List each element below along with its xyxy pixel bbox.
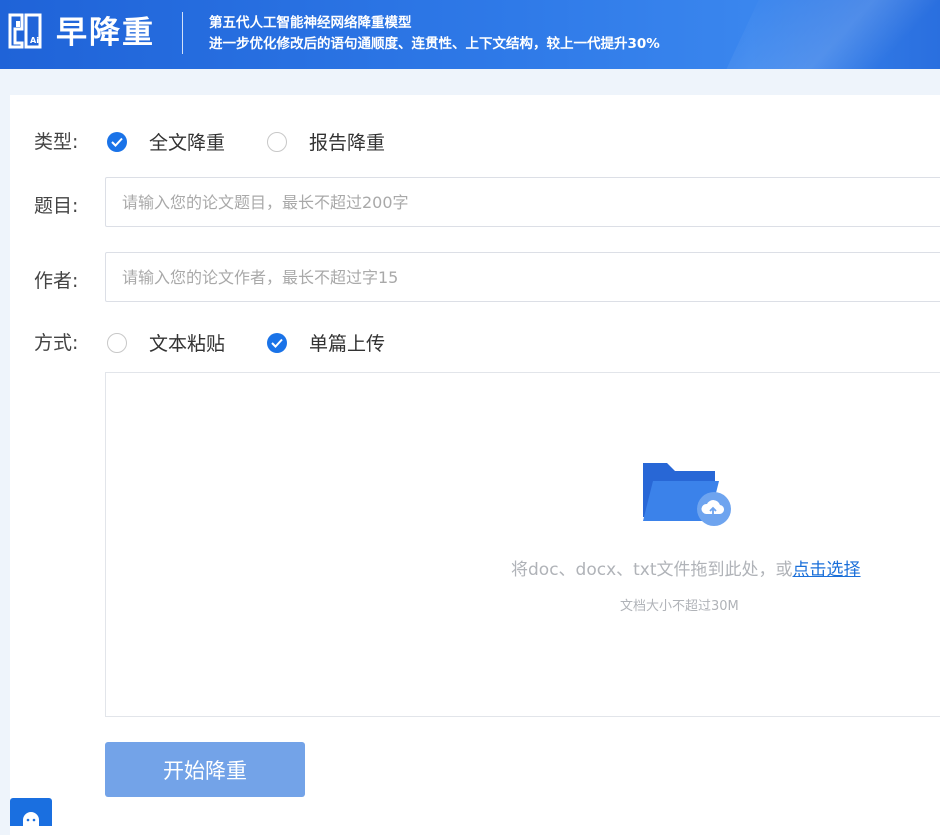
upload-dropzone[interactable]: 将doc、docx、txt文件拖到此处，或点击选择 文档大小不超过30M	[105, 372, 940, 717]
type-label: 类型:	[34, 131, 79, 153]
header-divider	[182, 12, 183, 54]
header-banner: Ai 早降重 第五代人工智能神经网络降重模型 进一步优化修改后的语句通顺度、连贯…	[0, 0, 940, 69]
upload-hint-text: 将doc、docx、txt文件拖到此处，或	[511, 560, 793, 580]
type-option-full[interactable]: 全文降重	[107, 128, 225, 155]
radio-unchecked-icon[interactable]	[267, 131, 287, 152]
form-card: 类型: 全文降重 报告降重 题目: 作者: 方式: 文本粘贴 单篇上传	[10, 95, 940, 835]
method-option-paste[interactable]: 文本粘贴	[107, 329, 225, 356]
upload-hint: 将doc、docx、txt文件拖到此处，或点击选择	[511, 555, 861, 580]
tagline-line-1: 第五代人工智能神经网络降重模型	[209, 15, 412, 31]
brand-name: 早降重	[56, 15, 155, 51]
type-option-report-label: 报告降重	[309, 132, 386, 154]
tagline-line-2: 进一步优化修改后的语句通顺度、连贯性、上下文结构，较上一代提升30%	[209, 36, 660, 52]
start-button[interactable]: 开始降重	[105, 742, 305, 797]
tagline: 第五代人工智能神经网络降重模型 进一步优化修改后的语句通顺度、连贯性、上下文结构…	[209, 13, 660, 55]
author-label: 作者:	[34, 270, 79, 292]
upload-size-limit: 文档大小不超过30M	[620, 599, 739, 614]
author-field-box	[105, 252, 940, 302]
method-label: 方式:	[34, 332, 79, 354]
title-label: 题目:	[34, 195, 79, 217]
method-option-upload-label: 单篇上传	[309, 333, 386, 355]
folder-cloud-icon	[643, 463, 731, 526]
logo-icon: Ai	[8, 13, 42, 49]
title-input[interactable]	[106, 178, 940, 226]
chat-widget-button[interactable]	[10, 798, 52, 826]
title-field-box	[105, 177, 940, 227]
chat-icon	[23, 812, 39, 826]
type-option-full-label: 全文降重	[149, 132, 226, 154]
choose-file-link[interactable]: 点击选择	[793, 560, 861, 580]
type-option-report[interactable]: 报告降重	[267, 128, 385, 155]
svg-text:Ai: Ai	[30, 36, 39, 45]
method-option-upload[interactable]: 单篇上传	[267, 329, 385, 356]
method-option-paste-label: 文本粘贴	[149, 333, 226, 355]
radio-unchecked-icon[interactable]	[107, 332, 127, 353]
radio-checked-icon[interactable]	[267, 332, 287, 353]
author-input[interactable]	[106, 253, 940, 301]
radio-checked-icon[interactable]	[107, 131, 127, 152]
header-decoration	[702, 0, 940, 69]
